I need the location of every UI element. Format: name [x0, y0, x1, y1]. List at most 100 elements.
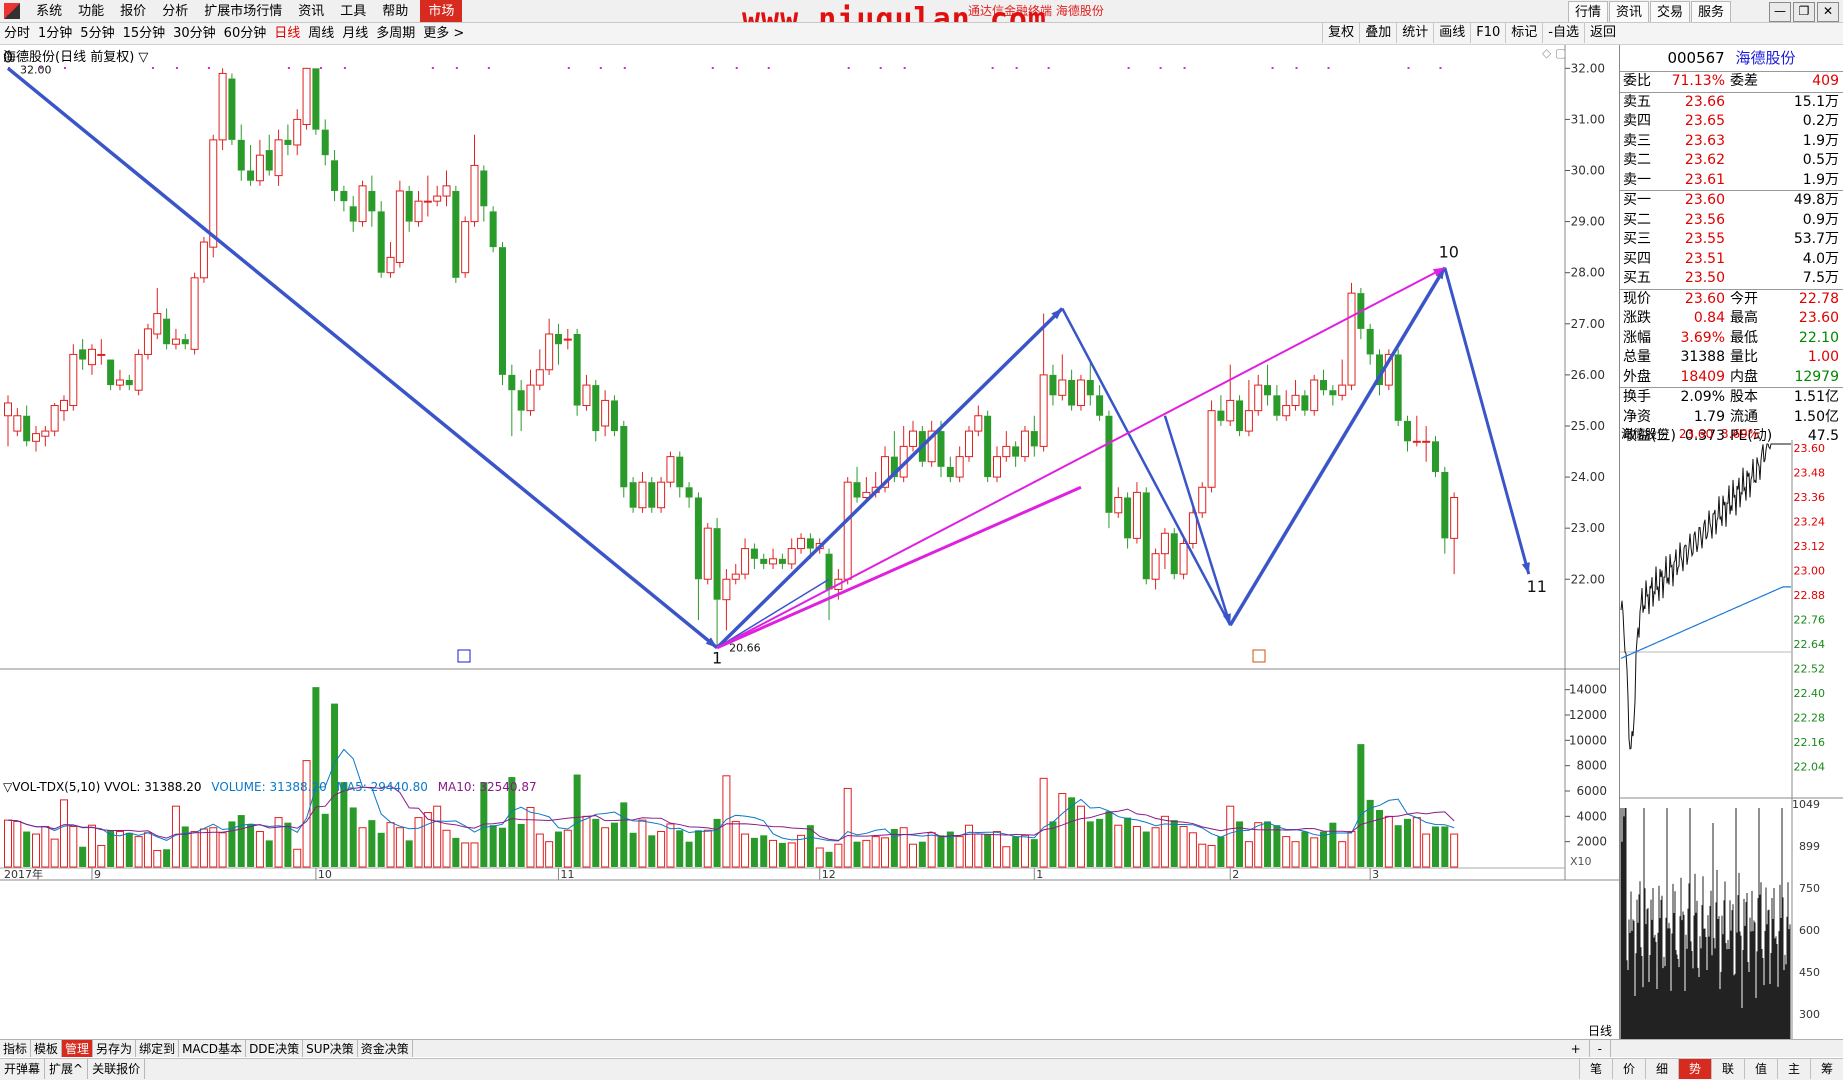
menu-item-3[interactable]: 分析: [154, 0, 196, 22]
volume-tick: 6000: [1576, 784, 1607, 798]
close-icon[interactable]: ✕: [1817, 2, 1839, 22]
indicator-tab-0[interactable]: 指标: [0, 1040, 32, 1057]
tool-1[interactable]: 叠加: [1359, 23, 1396, 43]
tool-5[interactable]: 标记: [1505, 23, 1542, 43]
volume-bar: [1012, 836, 1020, 867]
volume-bar: [909, 843, 918, 868]
notice-marker-icon[interactable]: [1252, 649, 1266, 663]
app-logo-icon[interactable]: [4, 3, 20, 19]
volume-bar: [31, 833, 40, 868]
indicator-tab-1[interactable]: 模板: [31, 1040, 63, 1057]
chart-ctrl-icon[interactable]: ◇ ▢: [1542, 46, 1566, 60]
period-tab-4[interactable]: 30分钟: [169, 23, 220, 44]
menu-item-7[interactable]: 帮助: [374, 0, 416, 22]
event-dot: [1047, 67, 1050, 69]
menu-item-5[interactable]: 资讯: [290, 0, 332, 22]
volume-bar: [41, 825, 50, 868]
panel-tab-5[interactable]: 值: [1744, 1059, 1777, 1079]
menu-item-0[interactable]: 系统: [28, 0, 70, 22]
menu-item-4[interactable]: 扩展市场行情: [196, 0, 290, 22]
panel-tab-3[interactable]: 势: [1678, 1059, 1711, 1079]
tool-0[interactable]: 复权: [1322, 23, 1359, 43]
indicator-tab-3[interactable]: 另存为: [93, 1040, 137, 1057]
volume-bar: [1301, 831, 1309, 867]
month-label: 11: [560, 868, 574, 881]
volume-bar: [1338, 841, 1347, 868]
candle: [685, 482, 693, 508]
day-button[interactable]: 日线: [1582, 1022, 1618, 1039]
volume-bar: [13, 820, 22, 868]
period-tab-10[interactable]: 更多 >: [419, 23, 468, 44]
candle: [778, 553, 786, 570]
mini-price-tick: 23.60: [1794, 442, 1826, 455]
panel-tab-6[interactable]: 主: [1777, 1059, 1810, 1079]
period-tab-8[interactable]: 月线: [338, 23, 372, 44]
candle: [1105, 410, 1113, 529]
tool-6[interactable]: -自选: [1542, 23, 1584, 43]
menu-market[interactable]: 市场: [420, 0, 463, 22]
indicator-tab-7[interactable]: SUP决策: [303, 1040, 358, 1057]
top-tab-2[interactable]: 交易: [1649, 1, 1690, 22]
candle: [629, 477, 637, 513]
tool-3[interactable]: 画线: [1433, 23, 1470, 43]
indicator-tab-5[interactable]: MACD基本: [179, 1040, 247, 1057]
period-tab-6[interactable]: 日线: [270, 23, 304, 44]
top-tab-0[interactable]: 行情: [1567, 1, 1608, 22]
event-dot: [487, 67, 490, 69]
event-dot: [287, 67, 290, 69]
volume-bar: [787, 842, 796, 868]
volume-bar: [974, 833, 983, 868]
quote-row: 买二 23.56 0.9万: [1620, 211, 1843, 231]
panel-tab-2[interactable]: 细: [1645, 1059, 1678, 1079]
volume-bar: [59, 799, 68, 868]
candle: [1170, 528, 1178, 580]
panel-tab-1[interactable]: 价: [1612, 1059, 1645, 1079]
status-tab-2[interactable]: 关联报价: [88, 1059, 146, 1079]
period-tab-0[interactable]: 分时: [0, 23, 34, 44]
intraday-avg-line: [1620, 586, 1791, 659]
top-tab-3[interactable]: 服务: [1690, 1, 1731, 22]
tool-7[interactable]: 返回: [1583, 23, 1621, 43]
volume-bar: [498, 827, 506, 867]
indicator-tab-8[interactable]: 资金决策: [358, 1040, 413, 1057]
event-dot: [1439, 67, 1442, 69]
candle: [1412, 415, 1421, 447]
tool-2[interactable]: 统计: [1396, 23, 1433, 43]
status-tab-1[interactable]: 扩展^: [45, 1059, 89, 1079]
panel-tab-4[interactable]: 联: [1711, 1059, 1744, 1079]
period-tab-2[interactable]: 5分钟: [76, 23, 118, 44]
finance-marker-icon[interactable]: [457, 649, 471, 663]
period-tab-5[interactable]: 60分钟: [220, 23, 271, 44]
zoom-out-button[interactable]: -: [1590, 1040, 1611, 1057]
candle: [1020, 425, 1029, 462]
candle: [181, 334, 189, 350]
buy-price: 23.56: [1684, 211, 1725, 228]
period-tab-1[interactable]: 1分钟: [34, 23, 76, 44]
status-tab-0[interactable]: 开弹幕: [0, 1059, 46, 1079]
indicator-tab-4[interactable]: 绑定到: [136, 1040, 180, 1057]
quote-label: 涨幅: [1623, 329, 1651, 346]
top-tab-1[interactable]: 资讯: [1608, 1, 1649, 22]
menu-item-6[interactable]: 工具: [332, 0, 374, 22]
indicator-tab-2[interactable]: 管理: [62, 1040, 94, 1057]
period-tab-3[interactable]: 15分钟: [119, 23, 170, 44]
tool-4[interactable]: F10: [1470, 23, 1505, 43]
indicator-tab-6[interactable]: DDE决策: [246, 1040, 304, 1057]
period-tab-7[interactable]: 周线: [304, 23, 338, 44]
panel-tab-7[interactable]: 筹: [1810, 1059, 1843, 1079]
menu-item-1[interactable]: 功能: [70, 0, 112, 22]
candle: [909, 420, 918, 452]
candle: [41, 425, 50, 447]
zoom-in-button[interactable]: +: [1563, 1040, 1590, 1057]
intraday-chart[interactable]: 23.60 23.48 23.36 23.24 23.12 23.00 22.88 22.76…: [1620, 440, 1843, 1043]
kline-chart[interactable]: 32.00 31.00 30.00 29.00 28.00 27.00 26.00 25.00…: [0, 45, 1619, 1083]
period-tab-9[interactable]: 多周期: [372, 23, 419, 44]
volume-bar: [1384, 815, 1393, 868]
minimize-icon[interactable]: —: [1769, 2, 1791, 22]
restore-icon[interactable]: ❐: [1793, 2, 1815, 22]
panel-tab-0[interactable]: 笔: [1579, 1059, 1612, 1079]
candle: [526, 369, 535, 416]
candle: [1422, 425, 1431, 462]
menu-item-2[interactable]: 报价: [112, 0, 154, 22]
volume-bar: [703, 829, 712, 868]
